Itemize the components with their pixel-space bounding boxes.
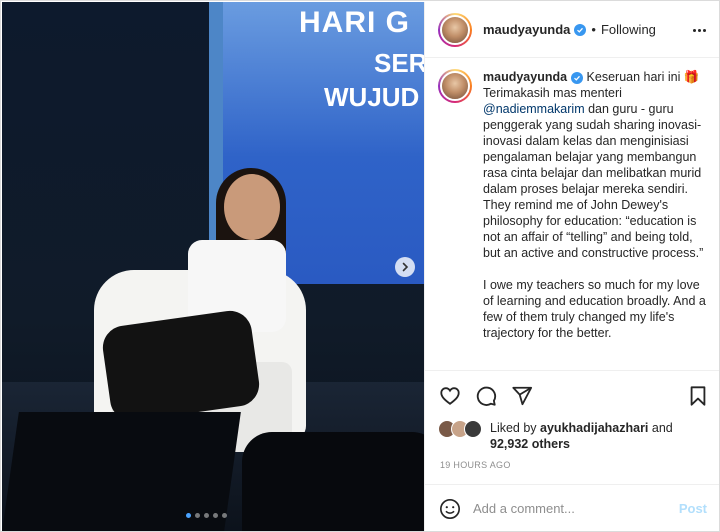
carousel-dot <box>195 513 200 518</box>
verified-icon <box>571 72 584 84</box>
post-timestamp[interactable]: 19 HOURS AGO <box>440 460 511 470</box>
caption-avatar[interactable] <box>438 69 472 103</box>
post-comment-button[interactable]: Post <box>679 501 707 516</box>
caption-body: maudyayunda Keseruan hari ini 🎁 Terimaka… <box>483 69 707 369</box>
following-button[interactable]: Following <box>601 22 656 37</box>
person-face <box>224 174 280 240</box>
likes-summary: Liked by ayukhadijahazhari and 92,932 ot… <box>438 420 719 452</box>
verified-icon <box>574 23 587 36</box>
likes-conjunction: and <box>648 421 673 435</box>
caption-username[interactable]: maudyayunda <box>483 70 567 84</box>
avatar[interactable] <box>438 12 472 47</box>
caption-mention-link[interactable]: @nadiemmakarim <box>483 102 585 116</box>
caption-intro: Keseruan hari ini 🎁 <box>586 70 700 84</box>
caption-paragraph-2: I owe my teachers so much for my love of… <box>483 278 706 340</box>
screen-text: HARI G <box>299 6 410 39</box>
liker-avatars[interactable] <box>438 420 484 440</box>
likes-others-link[interactable]: 92,932 others <box>490 437 570 451</box>
post-dialog: HARI G SER WUJUD maudyayunda • Following… <box>0 0 720 532</box>
liked-by-username[interactable]: ayukhadijahazhari <box>540 421 648 435</box>
post-caption: maudyayunda Keseruan hari ini 🎁 Terimaka… <box>438 69 716 369</box>
bookmark-icon[interactable] <box>687 385 709 407</box>
post-side-panel: maudyayunda • Following maudyayunda Kese… <box>424 2 719 531</box>
share-icon[interactable] <box>511 385 533 407</box>
comment-icon[interactable] <box>475 385 497 407</box>
screen-text: WUJUD <box>324 82 420 112</box>
post-photo[interactable]: HARI G SER WUJUD <box>2 2 424 531</box>
more-icon <box>702 28 706 32</box>
more-icon <box>692 28 696 32</box>
action-bar <box>425 370 719 418</box>
avatar <box>464 420 482 438</box>
carousel-dot <box>222 513 227 518</box>
caption-thanks: Terimakasih mas menteri <box>483 86 622 100</box>
header-separator: • <box>591 22 596 37</box>
stage-monitor <box>242 432 424 531</box>
comment-input[interactable] <box>473 501 663 516</box>
more-options-button[interactable] <box>689 20 709 40</box>
header-username[interactable]: maudyayunda <box>483 22 570 37</box>
caption-text: dan guru - guru penggerak yang sudah sha… <box>483 102 704 260</box>
more-icon <box>697 28 701 32</box>
carousel-dot <box>186 513 191 518</box>
carousel-dot <box>204 513 209 518</box>
screen-text: SER <box>374 48 424 78</box>
likes-prefix: Liked by <box>490 421 541 435</box>
next-slide-button[interactable] <box>395 257 415 277</box>
next-arrow-icon <box>402 262 409 272</box>
avatar-image <box>440 14 470 45</box>
emoji-icon[interactable] <box>439 498 461 520</box>
carousel-indicator <box>186 513 227 518</box>
comment-bar: Post <box>425 484 719 531</box>
heart-icon[interactable] <box>439 385 461 407</box>
carousel-dot <box>213 513 218 518</box>
avatar-image <box>440 71 470 101</box>
post-header: maudyayunda • Following <box>425 2 719 58</box>
